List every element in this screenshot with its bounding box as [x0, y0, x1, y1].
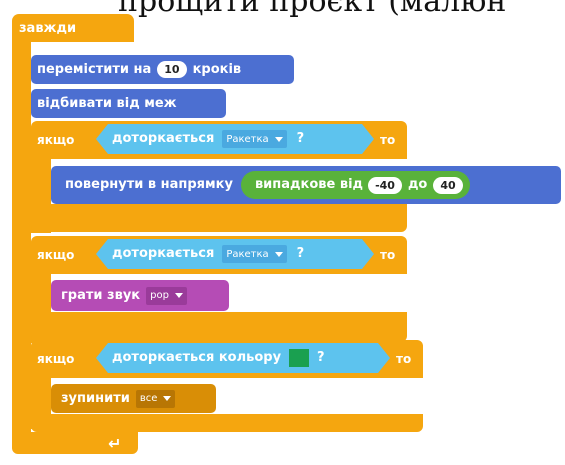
- sound-value: pop: [150, 290, 169, 301]
- if1-touching-condition[interactable]: доторкається Ракетка ?: [96, 124, 374, 154]
- if2-label: якщо: [37, 248, 75, 262]
- if1-touching-label: доторкається: [112, 131, 215, 146]
- if2-touching-label: доторкається: [112, 246, 215, 261]
- stop-option-dropdown[interactable]: все: [135, 389, 176, 408]
- if1-question-mark: ?: [296, 131, 305, 146]
- if2-footer: [31, 312, 407, 342]
- stop-dropdown-caret-icon: [163, 396, 172, 401]
- if2-touching-condition[interactable]: доторкається Ракетка ?: [96, 239, 374, 269]
- color-swatch[interactable]: [289, 349, 309, 367]
- sound-dropdown[interactable]: pop: [146, 286, 187, 305]
- if2-target-value: Ракетка: [226, 248, 269, 260]
- play-sound-label: грати звук: [61, 287, 141, 303]
- if1-then-label: то: [380, 133, 396, 147]
- forever-label: завжди: [19, 21, 77, 36]
- turn-label: повернути в напрямку: [65, 177, 233, 192]
- turn-block[interactable]: повернути в напрямку випадкове від -40 д…: [51, 166, 561, 204]
- if3-then-label: то: [396, 352, 412, 366]
- stop-option-value: все: [139, 393, 158, 404]
- if1-dropdown-caret-icon: [275, 137, 283, 142]
- if1-target-value: Ракетка: [226, 133, 269, 145]
- stop-block[interactable]: зупинити все: [51, 384, 216, 413]
- random-to-label: до: [407, 177, 428, 192]
- bounce-label: відбивати від меж: [37, 95, 177, 111]
- play-sound-block[interactable]: грати звук pop: [51, 280, 229, 311]
- if2-target-dropdown[interactable]: Ракетка: [222, 245, 286, 263]
- if1-target-dropdown[interactable]: Ракетка: [222, 130, 286, 148]
- if2-dropdown-caret-icon: [275, 252, 283, 257]
- if3-touching-color-condition[interactable]: доторкається кольору ?: [96, 343, 390, 373]
- page-caption: прощити проєкт (малюн: [118, 0, 507, 19]
- random-to-input[interactable]: 40: [433, 176, 463, 194]
- forever-c-arm: [12, 40, 31, 433]
- random-label: випадкове від: [254, 177, 364, 192]
- if3-label: якщо: [37, 352, 75, 366]
- bounce-block[interactable]: відбивати від меж: [31, 89, 226, 118]
- if1-label: якщо: [37, 133, 75, 147]
- if2-then-label: то: [380, 248, 396, 262]
- if2-question-mark: ?: [296, 246, 305, 261]
- if3-question-mark: ?: [317, 350, 325, 365]
- loop-arrow-icon: ↵: [108, 434, 122, 453]
- random-from-input[interactable]: -40: [368, 176, 402, 194]
- random-reporter[interactable]: випадкове від -40 до 40: [240, 171, 470, 199]
- forever-block[interactable]: завжди: [12, 14, 134, 42]
- sound-dropdown-caret-icon: [174, 293, 183, 298]
- steps-unit-label: кроків: [192, 61, 242, 77]
- if1-footer: [31, 204, 407, 232]
- stop-label: зупинити: [61, 390, 130, 406]
- if3-touching-color-label: доторкається кольору: [112, 350, 282, 365]
- move-block[interactable]: перемістити на 10 кроків: [31, 55, 294, 84]
- if3-footer: [31, 414, 423, 432]
- move-label: перемістити на: [37, 61, 152, 77]
- steps-input[interactable]: 10: [157, 61, 187, 78]
